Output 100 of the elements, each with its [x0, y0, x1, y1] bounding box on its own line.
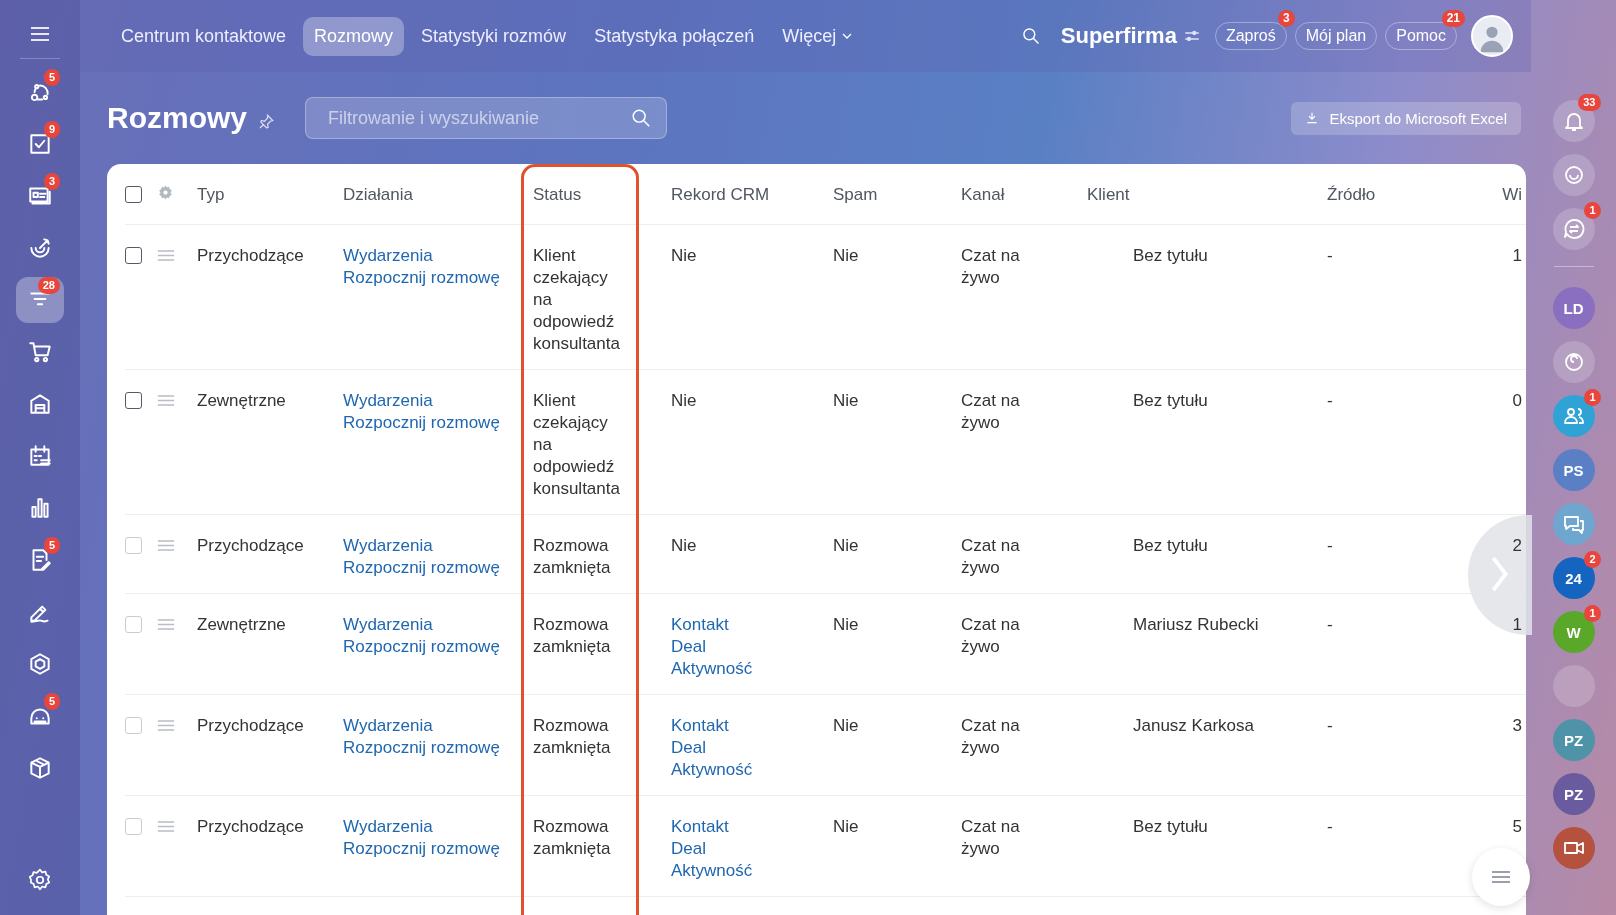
- sidebar-button[interactable]: [1552, 503, 1595, 545]
- table-cell: -: [1327, 817, 1333, 836]
- contact-avatar[interactable]: LD: [1552, 287, 1595, 329]
- action-link[interactable]: Rozpocznij rozmowę: [343, 412, 500, 434]
- action-link[interactable]: Rozpocznij rozmowę: [343, 267, 500, 289]
- row-menu-icon[interactable]: [157, 820, 175, 833]
- pin-icon[interactable]: [257, 113, 275, 131]
- target-icon: [27, 235, 53, 261]
- table-cell-text: Czat na żywo: [961, 390, 1021, 434]
- table-cell-text: Bez tytułu: [1132, 535, 1209, 557]
- row-checkbox[interactable]: [125, 392, 142, 409]
- sidebar-item[interactable]: 5: [16, 537, 64, 583]
- table-cell-text: Klient czekający na odpowiedź konsultanta: [533, 390, 621, 500]
- table-cell: Nie: [671, 535, 697, 557]
- table-cell-text: Czat na żywo: [961, 715, 1021, 759]
- sidebar-button[interactable]: [1552, 208, 1595, 250]
- search-icon[interactable]: [630, 107, 652, 129]
- nav-tab[interactable]: Statystyki rozmów: [410, 16, 578, 56]
- column-header[interactable]: Źródło: [1327, 185, 1376, 204]
- table-cell: -: [1327, 615, 1333, 634]
- select-all-checkbox[interactable]: [125, 186, 142, 203]
- download-icon: [1305, 111, 1320, 125]
- notification-badge: 9: [43, 121, 60, 138]
- notification-badge: 1: [1584, 389, 1601, 406]
- notification-badge: 1: [1584, 605, 1601, 622]
- table-cell: 2: [1512, 536, 1522, 555]
- table-cell: Nie: [833, 391, 859, 410]
- table-cell: Nie: [671, 245, 697, 267]
- table-cell-text: Bez tytułu: [1132, 245, 1209, 267]
- row-menu-icon[interactable]: [157, 539, 175, 552]
- column-header[interactable]: Rekord CRM: [671, 185, 770, 204]
- row-menu-icon[interactable]: [157, 394, 175, 407]
- notification-badge: 2: [1584, 551, 1601, 568]
- table-cell-text: Mariusz Rubecki: [1132, 614, 1260, 636]
- sidebar-item[interactable]: 3: [16, 173, 64, 219]
- action-link[interactable]: Wydarzenia: [343, 390, 433, 412]
- sidebar-item[interactable]: 5: [16, 69, 64, 115]
- sidebar-button[interactable]: [1552, 154, 1595, 196]
- contact-avatar[interactable]: PZ: [1552, 719, 1595, 761]
- column-header[interactable]: Status: [533, 185, 582, 204]
- table-cell-text: Janusz Karkosa: [1132, 715, 1255, 737]
- settings-icon[interactable]: [27, 867, 53, 893]
- row-menu-icon[interactable]: [157, 618, 175, 631]
- table-cell-text: Rozmowa zamknięta: [533, 535, 612, 579]
- company-name[interactable]: Superfirma: [1060, 23, 1177, 49]
- hexagon-icon: [27, 651, 53, 677]
- sidebar-button[interactable]: [1552, 341, 1595, 383]
- nav-tab[interactable]: Centrum kontaktowe: [110, 16, 298, 56]
- contact-avatar[interactable]: PS: [1552, 449, 1595, 491]
- table-cell: -: [1327, 391, 1333, 410]
- row-checkbox[interactable]: [125, 247, 142, 264]
- table-cell-text: Rozmowa zamknięta: [533, 614, 612, 658]
- notification-badge: 21: [1441, 10, 1465, 27]
- table-cell-text: Czat na żywo: [961, 816, 1021, 860]
- column-header[interactable]: Działania: [343, 185, 413, 204]
- table-cell-text: Rozmowa zamknięta: [533, 715, 612, 759]
- table-cell: 3: [1512, 716, 1522, 735]
- column-header[interactable]: Spam: [833, 185, 878, 204]
- sidebar-item[interactable]: 28: [16, 277, 64, 323]
- table-cell-text: Klient czekający na odpowiedź konsultanta: [533, 245, 621, 355]
- table-cell: Zewnętrzne: [197, 615, 286, 634]
- table-cell: Przychodzące: [197, 246, 304, 265]
- sidebar-item[interactable]: 9: [16, 121, 64, 167]
- table-cell: 0: [1512, 391, 1522, 410]
- notification-badge: 5: [43, 69, 60, 86]
- notification-badge: 28: [37, 277, 60, 294]
- notification-badge: 3: [1278, 10, 1295, 27]
- sidebar-button[interactable]: [1552, 827, 1595, 869]
- calendar-list-icon: [27, 443, 53, 469]
- table-cell: Nie: [833, 716, 859, 735]
- search-input[interactable]: Filtrowanie i wyszukiwanie: [326, 106, 630, 130]
- table-cell: Nie: [833, 817, 859, 836]
- table-cell: -: [1327, 716, 1333, 735]
- table-cell: Przychodzące: [197, 716, 304, 735]
- table-cell: 1: [1512, 615, 1522, 634]
- action-link[interactable]: Wydarzenia: [343, 245, 433, 267]
- chat-exchange-icon: [1561, 217, 1586, 241]
- search-icon[interactable]: [1020, 26, 1041, 46]
- column-header[interactable]: Wi: [1502, 185, 1522, 204]
- row-menu-icon[interactable]: [157, 249, 175, 262]
- contact-avatar[interactable]: PZ: [1552, 773, 1595, 815]
- table-cell-text: Rozmowa zamknięta: [533, 816, 612, 860]
- sidebar-button[interactable]: [1552, 395, 1595, 437]
- notification-badge: 3: [43, 173, 60, 190]
- nav-tab[interactable]: Więcej: [771, 16, 864, 56]
- nav-tab[interactable]: Statystyka połączeń: [583, 16, 766, 56]
- notification-badge: 1: [1584, 202, 1601, 219]
- table-cell: Nie: [833, 246, 859, 265]
- checkbox-task-icon: [27, 131, 53, 157]
- column-header[interactable]: Klient: [1087, 185, 1130, 204]
- notification-badge: 5: [43, 693, 60, 710]
- row-menu-icon[interactable]: [157, 719, 175, 732]
- table-cell-text: Bez tytułu: [1132, 816, 1209, 838]
- user-avatar[interactable]: [1471, 15, 1513, 57]
- column-header[interactable]: Kanał: [961, 185, 1005, 204]
- table-cell: -: [1327, 536, 1333, 555]
- column-header[interactable]: Typ: [197, 185, 225, 204]
- sidebar-item[interactable]: 5: [16, 693, 64, 739]
- table-cell-text: Czat na żywo: [961, 614, 1021, 658]
- search-field[interactable]: Filtrowanie i wyszukiwanie: [305, 97, 667, 139]
